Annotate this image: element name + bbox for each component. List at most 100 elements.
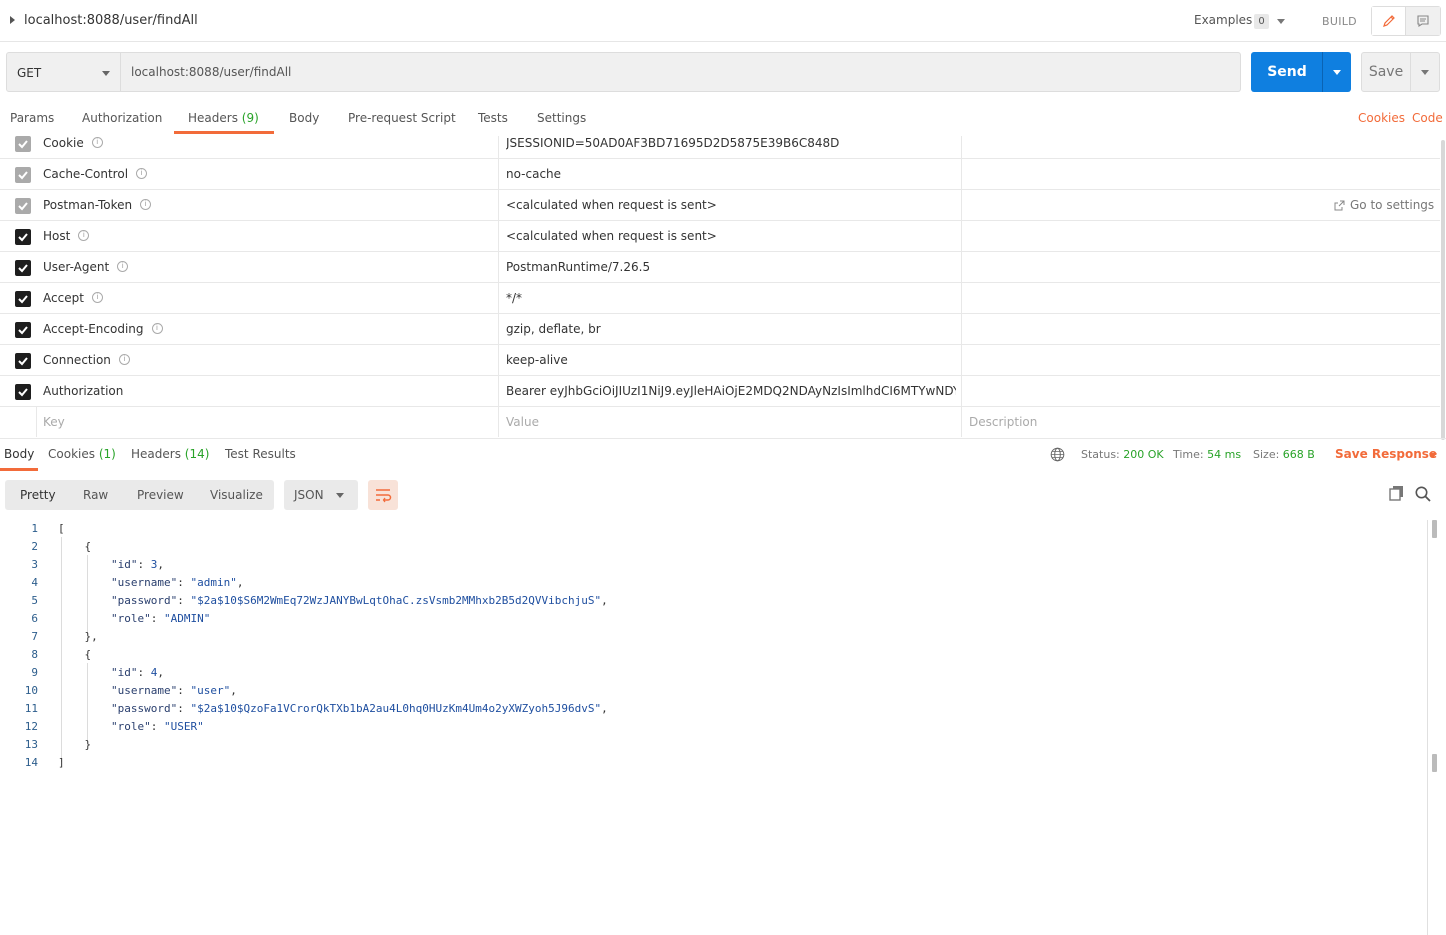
header-value[interactable]: no-cache (506, 167, 956, 181)
globe-icon[interactable] (1050, 447, 1065, 462)
line-number: 3 (31, 558, 38, 571)
response-tab-test-results[interactable]: Test Results (225, 447, 296, 461)
line-number: 12 (24, 720, 38, 733)
response-size[interactable]: Size: 668 B (1253, 448, 1315, 461)
header-checkbox[interactable] (15, 322, 31, 338)
code-text: "id": 3, (110, 558, 164, 571)
examples-count-badge: 0 (1254, 14, 1269, 29)
code-text: "username": "user", (110, 684, 237, 697)
chevron-down-icon[interactable] (1429, 453, 1437, 458)
format-value: JSON (294, 488, 324, 502)
headers-scrollbar[interactable] (1441, 140, 1445, 440)
line-number: 1 (31, 522, 38, 535)
examples-button[interactable]: Examples (1194, 13, 1252, 27)
new-key-input[interactable]: Key (43, 415, 65, 429)
code-line: 7 }, (0, 628, 1425, 646)
code-link[interactable]: Code (1412, 111, 1443, 125)
view-pretty[interactable]: Pretty (20, 488, 56, 502)
response-scroll-track (1427, 520, 1428, 935)
info-icon: i (91, 292, 103, 303)
save-button[interactable]: Save (1361, 52, 1411, 92)
new-description-input[interactable]: Description (969, 415, 1037, 429)
url-input[interactable] (121, 52, 1241, 92)
header-checkbox[interactable] (15, 136, 31, 152)
header-checkbox[interactable] (15, 384, 31, 400)
response-body[interactable]: 1[2 {3 "id": 3, 4 "username": "admin", 5 "… (0, 520, 1425, 772)
header-value[interactable]: keep-alive (506, 353, 956, 367)
header-value[interactable]: gzip, deflate, br (506, 322, 956, 336)
save-response-button[interactable]: Save Response (1335, 447, 1437, 461)
tab-params[interactable]: Params (10, 111, 54, 125)
send-options-button[interactable] (1322, 52, 1351, 92)
method-dropdown-icon (102, 71, 110, 76)
column-divider[interactable] (498, 136, 499, 437)
scroll-marker[interactable] (1432, 754, 1437, 772)
response-tab-cookies[interactable]: Cookies (1) (48, 447, 116, 461)
header-value[interactable]: <calculated when request is sent> (506, 229, 956, 243)
header-checkbox[interactable] (15, 198, 31, 214)
header-checkbox[interactable] (15, 260, 31, 276)
line-number: 13 (24, 738, 38, 751)
send-button[interactable]: Send (1251, 52, 1323, 92)
header-checkbox[interactable] (15, 167, 31, 183)
go-to-settings-link[interactable]: Go to settings (1334, 198, 1434, 212)
header-checkbox[interactable] (15, 291, 31, 307)
header-value[interactable]: PostmanRuntime/7.26.5 (506, 260, 956, 274)
header-value[interactable]: JSESSIONID=50AD0AF3BD71695D2D5875E39B6C8… (506, 136, 956, 150)
info-icon: i (78, 230, 90, 241)
tab-settings[interactable]: Settings (537, 111, 586, 125)
header-checkbox[interactable] (15, 229, 31, 245)
response-tab-headers[interactable]: Headers (14) (131, 447, 209, 461)
method-select[interactable]: GET (6, 52, 121, 92)
header-key: Cache-Control i (43, 167, 148, 181)
build-mode-label[interactable]: BUILD (1322, 15, 1357, 28)
header-checkbox[interactable] (15, 353, 31, 369)
wrap-lines-button[interactable] (368, 480, 398, 510)
view-preview[interactable]: Preview (137, 488, 184, 502)
response-tab-body[interactable]: Body (4, 447, 34, 461)
new-header-row: Key Value Description (0, 407, 1440, 437)
scroll-marker[interactable] (1432, 520, 1437, 538)
cookies-link[interactable]: Cookies (1358, 111, 1405, 125)
table-row: User-Agent i PostmanRuntime/7.26.5 (0, 252, 1440, 283)
response-time[interactable]: Time: 54 ms (1173, 448, 1241, 461)
save-options-button[interactable] (1410, 52, 1440, 92)
tab-authorization[interactable]: Authorization (82, 111, 162, 125)
header-value[interactable]: Bearer eyJhbGciOiJIUzI1NiJ9.eyJleHAiOjE2… (506, 384, 956, 398)
chevron-down-icon (336, 493, 344, 498)
format-select[interactable]: JSON (284, 480, 358, 510)
edit-pencil-icon[interactable] (1372, 7, 1407, 35)
copy-icon[interactable] (1389, 485, 1405, 501)
response-tabs: Body Cookies (1) Headers (14) Test Resul… (0, 438, 1446, 471)
info-icon: i (91, 137, 103, 148)
column-divider[interactable] (961, 136, 962, 437)
active-tab-indicator (174, 131, 274, 134)
header-value[interactable]: <calculated when request is sent> (506, 198, 956, 212)
table-row: Connection i keep-alive (0, 345, 1440, 376)
tab-tests[interactable]: Tests (478, 111, 508, 125)
line-number: 10 (24, 684, 38, 697)
active-tab-indicator (0, 468, 38, 471)
tab-headers[interactable]: Headers (9) (188, 111, 259, 125)
line-number: 2 (31, 540, 38, 553)
header-key: Host i (43, 229, 90, 243)
response-view-group: Pretty Raw Preview Visualize (5, 480, 274, 510)
header-key: Authorization (43, 384, 124, 398)
header-key: User-Agent i (43, 260, 129, 274)
header-key: Connection i (43, 353, 130, 367)
header-key: Postman-Token i (43, 198, 152, 212)
header-value[interactable]: */* (506, 291, 956, 305)
code-line: 9 "id": 4, (0, 664, 1425, 682)
examples-dropdown-icon[interactable] (1277, 19, 1285, 24)
tab-body[interactable]: Body (289, 111, 319, 125)
expand-caret-icon[interactable] (10, 16, 15, 24)
view-raw[interactable]: Raw (83, 488, 108, 502)
search-icon[interactable] (1414, 485, 1432, 503)
request-name[interactable]: localhost:8088/user/findAll (24, 13, 198, 28)
line-number: 6 (31, 612, 38, 625)
code-line: 5 "password": "$2a$10$S6M2WmEq72WzJANYBw… (0, 592, 1425, 610)
new-value-input[interactable]: Value (506, 415, 956, 429)
view-visualize[interactable]: Visualize (210, 488, 263, 502)
comment-icon[interactable] (1406, 7, 1440, 35)
tab-pre-request-script[interactable]: Pre-request Script (348, 111, 456, 125)
